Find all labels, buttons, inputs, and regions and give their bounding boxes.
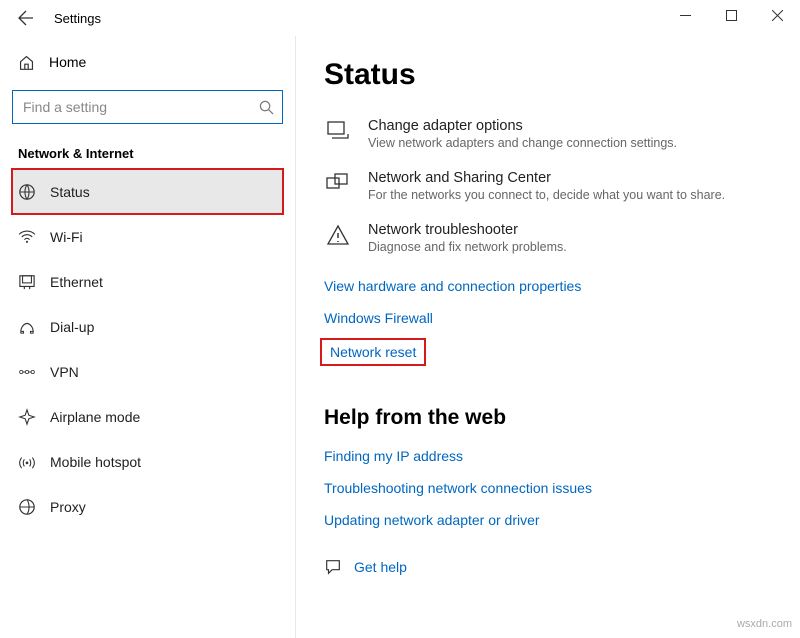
setting-row-troubleshooter[interactable]: Network troubleshooter Diagnose and fix … bbox=[324, 222, 772, 254]
setting-desc: View network adapters and change connect… bbox=[368, 136, 677, 150]
search-field[interactable] bbox=[23, 99, 259, 115]
sidebar-item-label: Ethernet bbox=[50, 274, 103, 290]
proxy-icon bbox=[18, 498, 36, 516]
home-icon bbox=[18, 54, 35, 71]
sidebar-item-home[interactable]: Home bbox=[12, 42, 283, 82]
sidebar-item-label: Home bbox=[49, 54, 86, 70]
setting-row-adapter[interactable]: Change adapter options View network adap… bbox=[324, 118, 772, 150]
sidebar-item-ethernet[interactable]: Ethernet bbox=[12, 259, 283, 304]
sidebar-item-status[interactable]: Status bbox=[12, 169, 283, 214]
search-input[interactable] bbox=[12, 90, 283, 124]
setting-desc: Diagnose and fix network problems. bbox=[368, 240, 567, 254]
help-heading: Help from the web bbox=[324, 406, 772, 430]
sidebar: Home Network & Internet Status Wi-Fi Eth… bbox=[0, 36, 296, 638]
setting-title: Network troubleshooter bbox=[368, 222, 567, 238]
help-link-ip[interactable]: Finding my IP address bbox=[324, 448, 463, 464]
page-title: Status bbox=[324, 58, 772, 92]
sharing-icon bbox=[324, 172, 352, 194]
ethernet-icon bbox=[18, 274, 36, 290]
help-link-trouble[interactable]: Troubleshooting network connection issue… bbox=[324, 480, 592, 496]
window-controls bbox=[662, 0, 800, 30]
sidebar-item-label: Airplane mode bbox=[50, 409, 140, 425]
get-help-row[interactable]: Get help bbox=[324, 558, 772, 576]
watermark: wsxdn.com bbox=[737, 618, 792, 630]
dialup-icon bbox=[18, 320, 36, 334]
sidebar-item-label: Mobile hotspot bbox=[50, 454, 141, 470]
setting-desc: For the networks you connect to, decide … bbox=[368, 188, 725, 202]
sidebar-item-hotspot[interactable]: Mobile hotspot bbox=[12, 439, 283, 484]
search-icon bbox=[259, 100, 274, 115]
warning-icon bbox=[324, 224, 352, 246]
sidebar-item-airplane[interactable]: Airplane mode bbox=[12, 394, 283, 439]
link-network-reset[interactable]: Network reset bbox=[322, 340, 424, 364]
sidebar-item-dialup[interactable]: Dial-up bbox=[12, 304, 283, 349]
airplane-icon bbox=[18, 408, 36, 426]
status-icon bbox=[18, 183, 36, 201]
sidebar-item-label: Status bbox=[50, 184, 90, 200]
sidebar-item-label: Wi-Fi bbox=[50, 229, 83, 245]
minimize-button[interactable] bbox=[662, 0, 708, 30]
hotspot-icon bbox=[18, 454, 36, 470]
sidebar-category: Network & Internet bbox=[12, 138, 283, 169]
sidebar-item-label: VPN bbox=[50, 364, 79, 380]
setting-row-sharing[interactable]: Network and Sharing Center For the netwo… bbox=[324, 170, 772, 202]
setting-title: Network and Sharing Center bbox=[368, 170, 725, 186]
setting-title: Change adapter options bbox=[368, 118, 677, 134]
help-link-driver[interactable]: Updating network adapter or driver bbox=[324, 512, 540, 528]
sidebar-item-wifi[interactable]: Wi-Fi bbox=[12, 214, 283, 259]
wifi-icon bbox=[18, 230, 36, 244]
get-help-label: Get help bbox=[354, 559, 407, 575]
sidebar-item-label: Dial-up bbox=[50, 319, 94, 335]
window-title: Settings bbox=[54, 11, 101, 26]
chat-icon bbox=[324, 558, 342, 576]
vpn-icon bbox=[18, 366, 36, 378]
maximize-button[interactable] bbox=[708, 0, 754, 30]
link-firewall[interactable]: Windows Firewall bbox=[324, 310, 433, 326]
sidebar-item-vpn[interactable]: VPN bbox=[12, 349, 283, 394]
sidebar-item-label: Proxy bbox=[50, 499, 86, 515]
adapter-icon bbox=[324, 120, 352, 142]
close-button[interactable] bbox=[754, 0, 800, 30]
link-hardware[interactable]: View hardware and connection properties bbox=[324, 278, 581, 294]
back-icon[interactable] bbox=[18, 10, 42, 26]
sidebar-item-proxy[interactable]: Proxy bbox=[12, 484, 283, 529]
main-content: Status Change adapter options View netwo… bbox=[296, 36, 800, 638]
